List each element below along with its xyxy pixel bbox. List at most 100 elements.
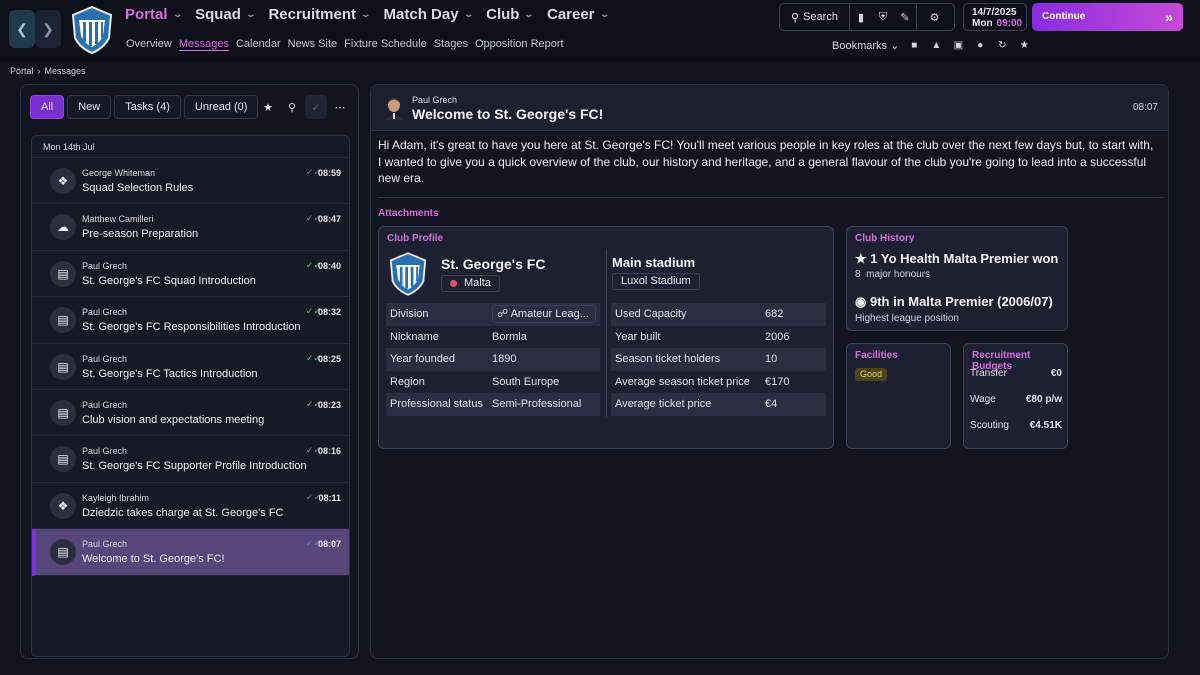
subnav-overview[interactable]: Overview <box>126 38 172 51</box>
briefcase-icon: ▤ <box>50 446 76 473</box>
row-key: Average ticket price <box>615 398 712 411</box>
breadcrumb-messages: Messages <box>44 66 86 76</box>
tab-unread[interactable]: Unread (0) <box>183 95 259 119</box>
flag-icon <box>450 280 457 287</box>
toolbar: ⚲ Search ▮ ⛨ ✎ ⚙ <box>779 3 955 31</box>
people-icon[interactable]: ● <box>973 40 987 51</box>
briefcase-icon: ▤ <box>50 353 76 380</box>
row-value: 1890 <box>492 353 517 366</box>
bookmarks-dropdown[interactable]: Bookmarks ⌄ <box>832 39 899 52</box>
inbox-tools: ★ ⚲ ✓ ⋯ <box>257 95 351 119</box>
chevron-down-icon: ⌄ <box>599 9 610 19</box>
subnav-calendar[interactable]: Calendar <box>236 38 281 51</box>
message-item-selected[interactable]: ▤ Paul Grech Welcome to St. George's FC!… <box>32 529 349 576</box>
budget-value: €0 <box>1050 368 1062 379</box>
club-history-card[interactable]: Club History ★ 1 Yo Health Malta Premier… <box>846 226 1068 331</box>
division-badge[interactable]: ☍ Amateur Leag... <box>492 305 596 323</box>
edit-button[interactable]: ✎ <box>894 4 916 30</box>
avatar[interactable] <box>383 96 405 120</box>
forward-button[interactable]: ❯ <box>35 10 61 48</box>
message-time: 08:07 <box>317 539 341 550</box>
budget-key: Transfer <box>970 368 1007 379</box>
subnav-news-site[interactable]: News Site <box>288 38 338 51</box>
nation-badge[interactable]: Malta <box>441 275 500 292</box>
message-sender: Kayleigh Ibrahim <box>82 492 150 503</box>
message-subject: St. George's FC Responsibilities Introdu… <box>82 321 301 334</box>
row-key: Region <box>390 375 425 388</box>
table-row: Year built 2006 <box>611 326 826 349</box>
row-key: Average season ticket price <box>615 375 750 388</box>
message-title: Welcome to St. George's FC! <box>412 106 604 122</box>
subnav-stages[interactable]: Stages <box>434 38 468 51</box>
chevron-down-icon: ⌄ <box>463 9 474 19</box>
message-item[interactable]: ❖ Kayleigh Ibrahim Dziedzic takes charge… <box>32 483 349 530</box>
search-button[interactable]: ⚲ Search <box>780 4 850 30</box>
continue-label: Continue <box>1042 11 1086 22</box>
trophy-icon[interactable]: ★ <box>1017 40 1031 51</box>
double-chevron-right-icon: » <box>1165 9 1173 25</box>
refresh-icon[interactable]: ↻ <box>995 40 1009 51</box>
club-logo[interactable] <box>71 6 113 54</box>
tab-tasks[interactable]: Tasks (4) <box>114 95 181 119</box>
chevron-down-icon: ⌄ <box>245 9 256 19</box>
game-date[interactable]: 14/7/2025 Mon 09:00 <box>963 3 1027 31</box>
recruitment-budgets-card[interactable]: Recruitment Budgets Transfer €0 Wage €80… <box>963 343 1068 449</box>
bookmark-button[interactable]: ▮ <box>850 4 872 30</box>
message-panel: Paul Grech Welcome to St. George's FC! 0… <box>370 84 1169 659</box>
message-item[interactable]: ▤ Paul Grech St. George's FC Responsibil… <box>32 297 349 344</box>
breadcrumb-portal[interactable]: Portal <box>10 66 34 76</box>
day-label: Mon <box>972 18 993 29</box>
nav-portal[interactable]: Portal ⌄ <box>125 6 183 23</box>
date-header: Mon 14th Jul <box>32 136 349 158</box>
globe-icon: ☍ <box>497 308 509 320</box>
search-icon: ⚲ <box>287 101 297 114</box>
message-item[interactable]: ▤ Paul Grech Club vision and expectation… <box>32 390 349 437</box>
chat-icon[interactable]: ■ <box>907 40 921 51</box>
ellipsis-icon: ⋯ <box>334 101 346 114</box>
message-sender: Matthew Camilleri <box>82 214 154 225</box>
message-sender: Paul Grech <box>82 446 128 457</box>
nav-match-day[interactable]: Match Day ⌄ <box>384 6 474 23</box>
message-time: 08:59 <box>317 168 341 178</box>
chevron-left-icon: ❮ <box>16 21 28 37</box>
row-value: Semi-Professional <box>492 398 582 411</box>
mark-read-button[interactable]: ✓ <box>305 95 327 119</box>
settings-button[interactable]: ⚙ <box>916 4 952 30</box>
message-item[interactable]: ☁ Matthew Camilleri Pre-season Preparati… <box>32 204 349 251</box>
whistle-icon: ❖ <box>50 492 76 519</box>
message-item[interactable]: ▤ Paul Grech St. George's FC Supporter P… <box>32 436 349 483</box>
nav-career[interactable]: Career ⌄ <box>547 6 610 23</box>
budget-key: Scouting <box>970 420 1009 431</box>
nav-club[interactable]: Club ⌄ <box>486 6 534 23</box>
subnav-fixture-schedule[interactable]: Fixture Schedule <box>344 38 427 51</box>
club-profile-card[interactable]: Club Profile St. George's FC Malta Main … <box>378 226 834 449</box>
tab-all[interactable]: All <box>30 95 65 119</box>
nav-squad[interactable]: Squad ⌄ <box>195 6 256 23</box>
message-item[interactable]: ❖ George Whiteman Squad Selection Rules … <box>32 158 349 205</box>
subnav-opposition-report[interactable]: Opposition Report <box>475 38 564 51</box>
facilities-card[interactable]: Facilities Good <box>846 343 951 449</box>
tab-new[interactable]: New <box>67 95 112 119</box>
stadium-name[interactable]: Luxol Stadium <box>612 273 700 290</box>
back-button[interactable]: ❮ <box>9 10 35 48</box>
message-item[interactable]: ▤ Paul Grech St. George's FC Tactics Int… <box>32 344 349 390</box>
message-item[interactable]: ▤ Paul Grech St. George's FC Squad Intro… <box>32 251 349 298</box>
message-header: Paul Grech Welcome to St. George's FC! 0… <box>371 85 1168 131</box>
more-button[interactable]: ⋯ <box>329 95 351 119</box>
search-messages-button[interactable]: ⚲ <box>281 95 303 119</box>
club-badge-button[interactable]: ⛨ <box>872 4 894 30</box>
nav-recruitment[interactable]: Recruitment ⌄ <box>268 6 371 23</box>
chevron-right-icon: › <box>37 66 41 76</box>
row-key: Division <box>390 308 429 320</box>
continue-button[interactable]: Continue » <box>1032 3 1183 31</box>
league-text: 9th in Malta Premier (2006/07) <box>869 294 1053 309</box>
shirt-icon[interactable]: ▲ <box>929 40 943 51</box>
club-info-table: Division ☍ Amateur Leag... Nickname Borm… <box>386 303 600 416</box>
star-button[interactable]: ★ <box>257 95 279 119</box>
clipboard-icon[interactable]: ▣ <box>951 40 965 51</box>
subnav-messages[interactable]: Messages <box>178 38 229 51</box>
table-row: Division ☍ Amateur Leag... <box>386 303 600 326</box>
nav-recruitment-label: Recruitment <box>268 6 356 23</box>
message-time: 08:11 <box>318 492 341 503</box>
table-row: Average season ticket price €170 <box>611 371 826 394</box>
